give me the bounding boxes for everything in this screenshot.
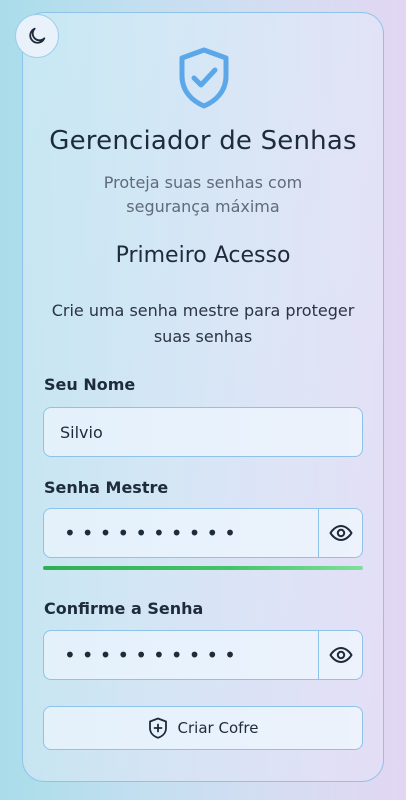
setup-description: Crie uma senha mestre para proteger suas… bbox=[51, 301, 355, 346]
create-vault-button[interactable]: Criar Cofre bbox=[43, 706, 363, 750]
app-title: Gerenciador de Senhas bbox=[49, 126, 357, 156]
master-password-field: •••••••••• bbox=[43, 508, 363, 558]
toggle-confirm-visibility-button[interactable] bbox=[319, 631, 362, 679]
name-input[interactable]: Silvio bbox=[43, 407, 363, 457]
master-password-input[interactable]: •••••••••• bbox=[44, 509, 319, 557]
create-vault-label: Criar Cofre bbox=[177, 719, 259, 737]
eye-icon bbox=[329, 647, 352, 663]
password-strength-bar bbox=[43, 566, 363, 570]
shield-check-icon bbox=[179, 47, 229, 109]
setup-heading: Primeiro Acesso bbox=[115, 243, 291, 268]
eye-icon bbox=[329, 525, 352, 541]
toggle-master-visibility-button[interactable] bbox=[319, 509, 362, 557]
moon-icon bbox=[29, 27, 46, 44]
shield-plus-icon bbox=[148, 717, 167, 739]
confirm-password-input[interactable]: •••••••••• bbox=[44, 631, 319, 679]
master-password-label: Senha Mestre bbox=[44, 478, 169, 497]
theme-toggle-button[interactable] bbox=[15, 14, 59, 58]
confirm-password-label: Confirme a Senha bbox=[44, 599, 204, 618]
confirm-password-field: •••••••••• bbox=[43, 630, 363, 680]
app-subtitle: Proteja suas senhas com segurança máxima bbox=[103, 173, 303, 216]
name-label: Seu Nome bbox=[44, 375, 136, 394]
